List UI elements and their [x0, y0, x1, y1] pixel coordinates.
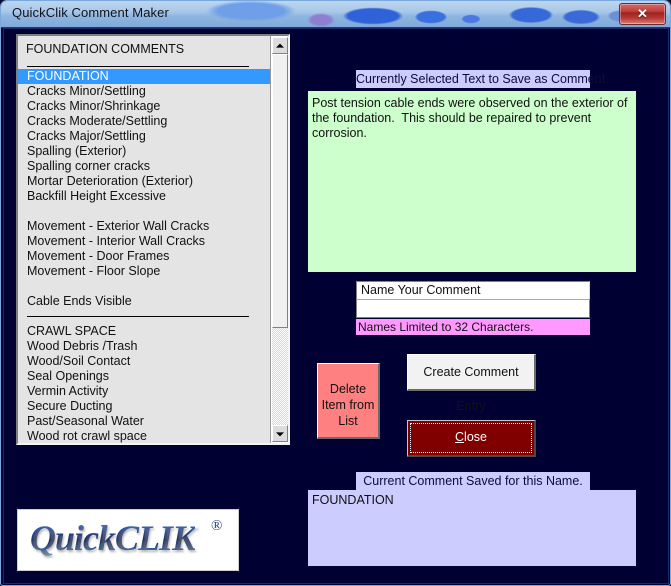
- list-item[interactable]: Wood Debris /Trash: [18, 339, 270, 354]
- list-item[interactable]: Cracks Major/Settling: [18, 129, 270, 144]
- saved-comment-banner: Current Comment Saved for this Name.: [356, 472, 590, 490]
- caret-down-icon: [276, 431, 284, 436]
- name-comment-label: Name Your Comment: [356, 281, 590, 299]
- list-item[interactable]: Past/Seasonal Water: [18, 414, 270, 429]
- close-button[interactable]: Close: [407, 420, 536, 457]
- header-divider: [27, 66, 249, 67]
- list-scrollbar[interactable]: [270, 36, 288, 443]
- delete-item-from-list-button[interactable]: Delete Item from List: [317, 363, 380, 439]
- create-comment-entry-button[interactable]: Create Comment Entry: [407, 354, 536, 413]
- scroll-down-arrow-icon[interactable]: [272, 425, 288, 442]
- list-item[interactable]: CRAWL SPACE: [18, 324, 270, 339]
- scroll-up-arrow-icon[interactable]: [272, 37, 288, 54]
- window-close-button[interactable]: ✕: [619, 3, 666, 25]
- comments-list-panel: FOUNDATION COMMENTS FOUNDATION Cracks Min…: [16, 34, 290, 445]
- selected-text-banner: Currently Selected Text to Save as Comme…: [356, 70, 609, 88]
- list-item[interactable]: Cracks Minor/Shrinkage: [18, 99, 270, 114]
- comments-list-header: FOUNDATION COMMENTS: [26, 42, 185, 56]
- list-item[interactable]: Wood/Soil Contact: [18, 354, 270, 369]
- list-item[interactable]: Vermin Activity: [18, 384, 270, 399]
- name-comment-input[interactable]: [356, 299, 590, 318]
- quickclik-logo: QuickCLIK ®: [17, 509, 239, 571]
- scrollbar-thumb[interactable]: [272, 54, 288, 328]
- list-item[interactable]: Cable Ends Visible: [18, 294, 270, 309]
- list-item[interactable]: Movement - Exterior Wall Cracks: [18, 219, 270, 234]
- list-item[interactable]: Wood rot sill plate: [18, 444, 270, 445]
- list-item[interactable]: Backfill Height Excessive: [18, 189, 270, 204]
- list-item[interactable]: Movement - Floor Slope: [18, 264, 270, 279]
- list-item[interactable]: FOUNDATION: [18, 69, 270, 84]
- close-accel-letter: C: [455, 430, 465, 444]
- client-area: FOUNDATION COMMENTS FOUNDATION Cracks Min…: [3, 28, 669, 584]
- list-item[interactable]: Seal Openings: [18, 369, 270, 384]
- delete-button-line2: Item from: [321, 398, 375, 412]
- caret-up-icon: [276, 43, 284, 48]
- comments-list[interactable]: FOUNDATION Cracks Minor/Settling Cracks Mi…: [18, 69, 270, 445]
- list-item[interactable]: Movement - Door Frames: [18, 249, 270, 264]
- name-limit-note: Names Limited to 32 Characters.: [356, 319, 590, 335]
- list-item[interactable]: Mortar Deterioration (Exterior): [18, 174, 270, 189]
- saved-comment-textarea[interactable]: [308, 490, 636, 566]
- list-item[interactable]: Secure Ducting: [18, 399, 270, 414]
- title-bar[interactable]: QuickClik Comment Maker ✕: [1, 1, 670, 28]
- delete-button-line1: Delete: [329, 382, 367, 396]
- selected-comment-textarea[interactable]: [308, 91, 636, 272]
- list-item[interactable]: Spalling (Exterior): [18, 144, 270, 159]
- window-title: QuickClik Comment Maker: [12, 5, 169, 20]
- logo-wordmark: QuickCLIK: [30, 518, 196, 558]
- app-window: QuickClik Comment Maker ✕ FOUNDATION COM…: [0, 0, 671, 586]
- delete-button-line3: List: [338, 414, 358, 428]
- registered-trademark-icon: ®: [211, 518, 223, 534]
- list-item[interactable]: Spalling corner cracks: [18, 159, 270, 174]
- close-label-rest: lose: [464, 430, 487, 444]
- list-item[interactable]: Cracks Moderate/Settling: [18, 114, 270, 129]
- list-divider: [18, 309, 270, 324]
- close-button-label: Close: [408, 421, 534, 455]
- list-item[interactable]: Wood rot crawl space: [18, 429, 270, 443]
- list-item[interactable]: Movement - Interior Wall Cracks: [18, 234, 270, 249]
- close-icon: ✕: [637, 6, 648, 21]
- list-item[interactable]: Cracks Minor/Settling: [18, 84, 270, 99]
